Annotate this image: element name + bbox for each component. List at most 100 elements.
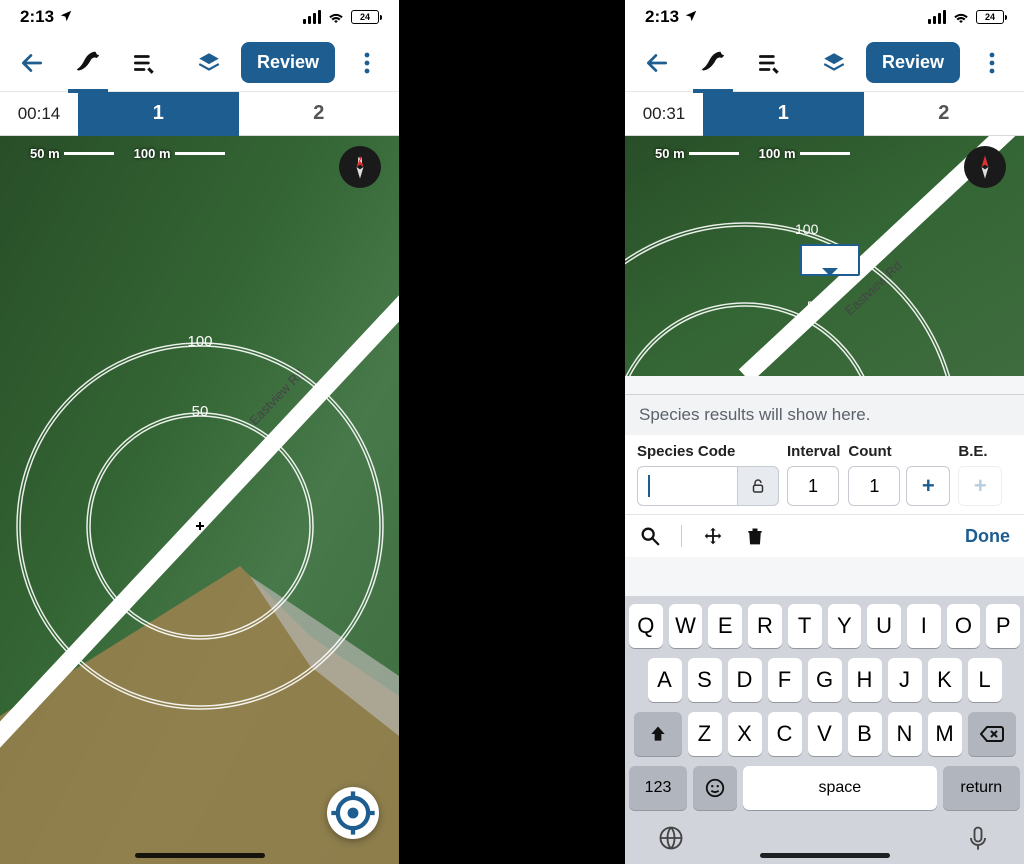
key-D[interactable]: D <box>728 658 762 702</box>
mic-icon[interactable] <box>964 824 992 852</box>
delete-icon[interactable] <box>744 525 766 547</box>
tab-interval-2[interactable]: 2 <box>239 92 400 135</box>
key-backspace[interactable] <box>968 712 1016 756</box>
map-view[interactable]: Eastview Rd 50 100 50 m 100 m N <box>0 136 399 864</box>
label-species-code: Species Code <box>637 443 779 460</box>
species-code-input[interactable] <box>637 466 737 506</box>
phone-right: 2:13 24 Review 00:31 1 2 <box>625 0 1024 864</box>
key-S[interactable]: S <box>688 658 722 702</box>
more-button[interactable] <box>343 39 391 87</box>
map-view[interactable]: Eastview Rd 50 100 50 m 100 m <box>625 136 1024 376</box>
key-C[interactable]: C <box>768 712 802 756</box>
key-space[interactable]: space <box>743 766 937 810</box>
be-button[interactable]: + <box>958 466 1002 506</box>
key-K[interactable]: K <box>928 658 962 702</box>
lock-button[interactable] <box>737 466 779 506</box>
key-M[interactable]: M <box>928 712 962 756</box>
layers-button[interactable] <box>185 39 233 87</box>
tab-bird[interactable] <box>689 39 737 87</box>
key-numbers[interactable]: 123 <box>629 766 687 810</box>
move-icon[interactable] <box>702 525 724 547</box>
toolbar: Review <box>625 34 1024 92</box>
more-button[interactable] <box>968 39 1016 87</box>
keyboard: Q W E R T Y U I O P A S D F G H J K L Z … <box>625 596 1024 864</box>
results-hint: Species results will show here. <box>625 395 1024 435</box>
done-button[interactable]: Done <box>965 526 1010 547</box>
tab-bird[interactable] <box>64 39 112 87</box>
label-interval: Interval <box>787 443 840 460</box>
tab-interval-1[interactable]: 1 <box>703 92 864 135</box>
tab-interval-1[interactable]: 1 <box>78 92 239 135</box>
tab-edit-list[interactable] <box>120 39 168 87</box>
label-be: B.E. <box>958 443 1002 460</box>
interval-tabs: 00:14 1 2 <box>0 92 399 136</box>
key-Q[interactable]: Q <box>629 604 663 648</box>
key-shift[interactable] <box>634 712 682 756</box>
key-F[interactable]: F <box>768 658 802 702</box>
key-U[interactable]: U <box>867 604 901 648</box>
count-input[interactable]: 1 <box>848 466 900 506</box>
key-X[interactable]: X <box>728 712 762 756</box>
label-count: Count <box>848 443 950 460</box>
svg-text:100: 100 <box>795 221 819 237</box>
ring-label-50: 50 <box>192 403 209 420</box>
key-H[interactable]: H <box>848 658 882 702</box>
wifi-icon <box>952 10 970 24</box>
key-B[interactable]: B <box>848 712 882 756</box>
map-observation-marker[interactable] <box>800 244 860 276</box>
panel-tools: Done <box>625 514 1024 557</box>
battery-icon: 24 <box>351 10 379 24</box>
keyboard-row-3: Z X C V B N M <box>629 712 1020 756</box>
status-bar: 2:13 24 <box>0 0 399 34</box>
keyboard-row-4: 123 space return <box>629 766 1020 810</box>
key-A[interactable]: A <box>648 658 682 702</box>
status-time: 2:13 <box>20 7 73 27</box>
signal-icon <box>303 10 321 24</box>
battery-icon: 24 <box>976 10 1004 24</box>
compass-button[interactable] <box>964 146 1006 188</box>
species-panel: Species results will show here. Species … <box>625 394 1024 557</box>
key-Y[interactable]: Y <box>828 604 862 648</box>
interval-tabs: 00:31 1 2 <box>625 92 1024 136</box>
timer: 00:31 <box>625 92 703 135</box>
key-I[interactable]: I <box>907 604 941 648</box>
ring-label-100: 100 <box>187 333 212 350</box>
key-T[interactable]: T <box>788 604 822 648</box>
key-G[interactable]: G <box>808 658 842 702</box>
back-button[interactable] <box>8 39 56 87</box>
key-R[interactable]: R <box>748 604 782 648</box>
key-N[interactable]: N <box>888 712 922 756</box>
review-button[interactable]: Review <box>866 42 960 83</box>
toolbar: Review <box>0 34 399 92</box>
keyboard-row-2: A S D F G H J K L <box>629 658 1020 702</box>
svg-text:N: N <box>357 157 362 164</box>
phone-left: 2:13 24 Review 00:14 1 2 <box>0 0 399 864</box>
map-scale: 50 m 100 m <box>655 146 850 161</box>
key-J[interactable]: J <box>888 658 922 702</box>
interval-input[interactable]: 1 <box>787 466 839 506</box>
globe-icon[interactable] <box>657 824 685 852</box>
svg-text:50: 50 <box>807 298 823 314</box>
search-icon[interactable] <box>639 525 661 547</box>
key-E[interactable]: E <box>708 604 742 648</box>
map-scale: 50 m 100 m <box>30 146 225 161</box>
key-Z[interactable]: Z <box>688 712 722 756</box>
compass-button[interactable]: N <box>339 146 381 188</box>
key-return[interactable]: return <box>943 766 1020 810</box>
back-button[interactable] <box>633 39 681 87</box>
key-L[interactable]: L <box>968 658 1002 702</box>
key-emoji[interactable] <box>693 766 737 810</box>
keyboard-row-1: Q W E R T Y U I O P <box>629 604 1020 648</box>
timer: 00:14 <box>0 92 78 135</box>
key-O[interactable]: O <box>947 604 981 648</box>
locate-button[interactable] <box>327 787 379 839</box>
key-W[interactable]: W <box>669 604 703 648</box>
key-P[interactable]: P <box>986 604 1020 648</box>
tab-interval-2[interactable]: 2 <box>864 92 1024 135</box>
review-button[interactable]: Review <box>241 42 335 83</box>
layers-button[interactable] <box>810 39 858 87</box>
key-V[interactable]: V <box>808 712 842 756</box>
signal-icon <box>928 10 946 24</box>
tab-edit-list[interactable] <box>745 39 793 87</box>
count-increment-button[interactable]: + <box>906 466 950 506</box>
